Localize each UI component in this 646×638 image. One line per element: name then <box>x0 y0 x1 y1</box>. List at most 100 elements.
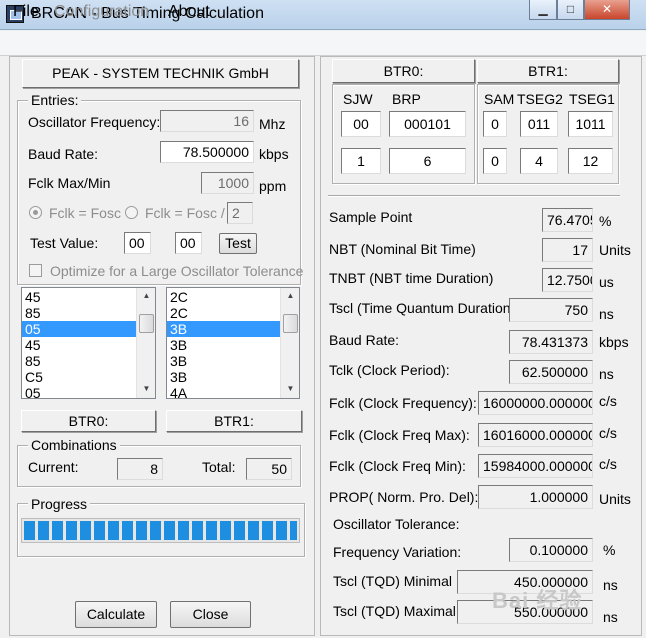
tseg2-binary: 011 <box>520 111 558 137</box>
test-value-2-input[interactable]: 00 <box>175 232 202 254</box>
fclk-unit: c/s <box>599 393 617 409</box>
baud-rate-input[interactable]: 78.500000 <box>160 141 254 163</box>
brp-label: BRP <box>392 91 421 107</box>
btr1-listbox[interactable]: 2C 2C 3B 3B 3B 3B 4A ▲ ▼ <box>166 287 300 399</box>
tseg2-decimal: 4 <box>520 148 558 174</box>
progress-title: Progress <box>28 496 91 512</box>
current-label: Current: <box>28 459 79 475</box>
btr0-list-item[interactable]: 05 <box>22 321 136 337</box>
fclk-min-unit: c/s <box>599 456 617 472</box>
combinations-title: Combinations <box>28 437 120 453</box>
btr0-list-item[interactable]: 45 <box>22 337 136 353</box>
optimize-checkbox[interactable] <box>29 264 42 277</box>
sjw-binary: 00 <box>341 111 381 137</box>
watermark: Bai 经验 <box>492 588 583 613</box>
radio-fclk-fosc-label: Fclk = Fosc <box>49 205 121 221</box>
btr1-list-item[interactable]: 3B <box>167 353 280 369</box>
btr1-list-item[interactable]: 2C <box>167 289 280 305</box>
btr1-list-item[interactable]: 3B <box>167 337 280 353</box>
sam-label: SAM <box>484 91 515 107</box>
radio-fclk-fosc[interactable] <box>29 206 42 219</box>
fclk-max-min-field[interactable]: 1000 <box>201 172 254 194</box>
test-button[interactable]: Test <box>219 233 257 254</box>
freq-variation-value: 0.100000 <box>509 538 593 562</box>
btr0-scrollbar[interactable]: ▲ ▼ <box>136 288 155 398</box>
tqd-max-unit: ns <box>603 609 618 625</box>
btr0-list-item[interactable]: C5 <box>22 369 136 385</box>
nbt-value: 17 <box>542 238 593 262</box>
company-label: PEAK - SYSTEM TECHNIK GmbH <box>22 59 299 88</box>
sjw-decimal: 1 <box>341 148 381 174</box>
prop-unit: Units <box>599 491 631 507</box>
freq-variation-label: Frequency Variation: <box>333 544 462 560</box>
sam-decimal: 0 <box>483 148 507 174</box>
fclk-max-min-unit: ppm <box>259 178 287 194</box>
result-baud-label: Baud Rate: <box>329 332 400 348</box>
current-value: 8 <box>117 458 163 480</box>
menu-file[interactable]: File <box>13 3 39 21</box>
tqd-min-label: Tscl (TQD) Minimal <box>333 573 452 589</box>
btr0-list-item[interactable]: 45 <box>22 289 136 305</box>
btr1-scrollbar[interactable]: ▲ ▼ <box>280 288 299 398</box>
entries-title: Entries: <box>28 92 82 108</box>
btr0-list-item[interactable]: 85 <box>22 305 136 321</box>
scroll-down-icon[interactable]: ▼ <box>137 384 155 393</box>
menu-configuration[interactable]: Configuration <box>54 3 149 21</box>
tnbt-label: TNBT (NBT time Duration) <box>329 270 494 286</box>
nbt-unit: Units <box>599 242 631 258</box>
test-value-1-input[interactable]: 00 <box>124 232 151 254</box>
btr1-scroll-thumb[interactable] <box>283 314 298 333</box>
baud-rate-label: Baud Rate: <box>28 146 99 162</box>
scroll-up-icon[interactable]: ▲ <box>281 291 299 300</box>
tqd-min-unit: ns <box>603 577 618 593</box>
fclk-value: 16000000.000000 <box>478 391 593 415</box>
sample-point-value: 76.4705 <box>542 208 593 232</box>
tscl-label: Tscl (Time Quantum Duration) <box>329 300 516 316</box>
calculate-button[interactable]: Calculate <box>75 601 157 628</box>
btr0-header: BTR0: <box>332 59 475 83</box>
btr1-list-item[interactable]: 3B <box>167 321 280 337</box>
btr0-list-item[interactable]: 85 <box>22 353 136 369</box>
baud-rate-unit: kbps <box>259 146 289 162</box>
menu-about[interactable]: About <box>168 3 210 21</box>
btr1-list-item[interactable]: 3B <box>167 369 280 385</box>
radio-fclk-fosc-div-label: Fclk = Fosc / <box>145 205 225 221</box>
fclk-label: Fclk (Clock Frequency): <box>329 395 477 411</box>
scroll-down-icon[interactable]: ▼ <box>281 384 299 393</box>
btr0-list-item[interactable]: 05 <box>22 385 136 398</box>
tclk-unit: ns <box>599 366 614 382</box>
result-baud-unit: kbps <box>599 334 629 350</box>
optimize-label: Optimize for a Large Oscillator Toleranc… <box>50 263 304 279</box>
btr1-header: BTR1: <box>477 59 619 83</box>
minimize-button[interactable]: ▁ <box>529 0 557 20</box>
fclk-min-label: Fclk (Clock Freq Min): <box>329 458 466 474</box>
fclk-max-label: Fclk (Clock Freq Max): <box>329 427 470 443</box>
scroll-up-icon[interactable]: ▲ <box>137 291 155 300</box>
close-window-button[interactable]: ✕ <box>584 0 630 20</box>
sample-point-label: Sample Point <box>329 209 413 225</box>
fclk-max-unit: c/s <box>599 425 617 441</box>
prop-label: PROP( Norm. Pro. Del): <box>329 489 479 505</box>
osc-freq-field[interactable]: 16 <box>160 110 254 132</box>
osc-tolerance-label: Oscillator Tolerance: <box>333 516 460 532</box>
btr0-scroll-thumb[interactable] <box>139 314 154 333</box>
brp-decimal: 6 <box>389 148 466 174</box>
fclk-max-min-label: Fclk Max/Min <box>28 175 111 191</box>
close-button[interactable]: Close <box>170 601 251 628</box>
radio-fclk-fosc-div[interactable] <box>125 206 138 219</box>
btr0-listbox[interactable]: 45 85 05 45 85 C5 05 ▲ ▼ <box>21 287 156 399</box>
btr1-list-item[interactable]: 4A <box>167 385 280 398</box>
prop-value: 1.000000 <box>478 485 593 509</box>
test-value-label: Test Value: <box>30 235 99 251</box>
fclk-max-value: 16016000.000000 <box>478 423 593 447</box>
tseg1-label: TSEG1 <box>569 91 615 107</box>
total-value: 50 <box>246 458 292 480</box>
osc-freq-label: Oscillator Frequency: <box>28 114 161 130</box>
tseg2-label: TSEG2 <box>517 91 563 107</box>
maximize-button[interactable]: □ <box>557 0 584 20</box>
divider-field[interactable]: 2 <box>227 202 253 224</box>
result-baud-value: 78.431373 <box>509 330 593 354</box>
sample-point-unit: % <box>599 213 612 229</box>
osc-freq-unit: Mhz <box>259 116 286 132</box>
btr1-list-item[interactable]: 2C <box>167 305 280 321</box>
